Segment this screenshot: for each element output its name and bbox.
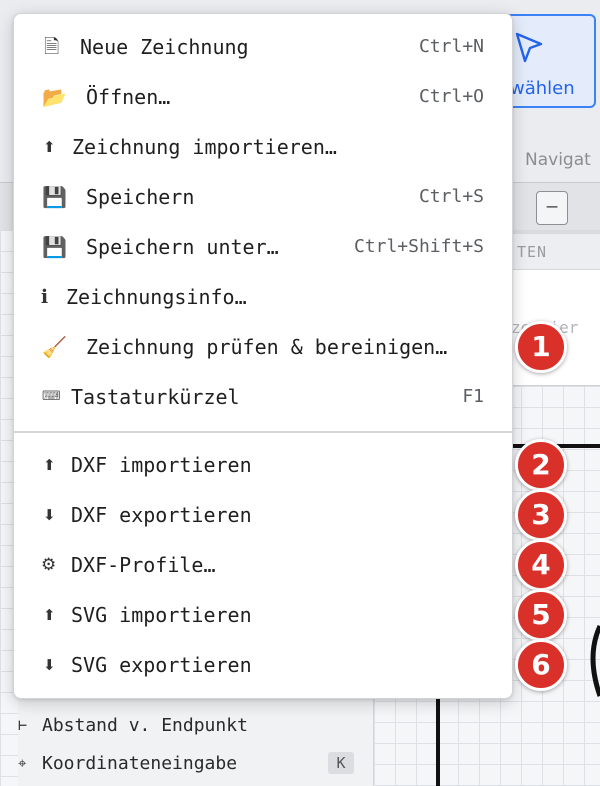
info-icon: ℹ <box>41 286 49 308</box>
menu-item-label: Neue Zeichnung <box>80 35 249 59</box>
file-menu: 🗎 Neue Zeichnung Ctrl+N 📂 Öffnen… Ctrl+O… <box>13 13 513 699</box>
menu-item-label: Öffnen… <box>86 85 171 109</box>
floppy-disk-icon: 💾 <box>42 235 67 259</box>
crosshair-icon: ⌖ <box>18 754 27 772</box>
menu-item-label: Tastaturkürzel <box>71 385 240 409</box>
panel-header: TEN <box>501 234 600 270</box>
menu-item-save[interactable]: 💾 Speichern Ctrl+S <box>14 172 512 222</box>
shortcut-key-badge: K <box>328 752 354 774</box>
menu-item-shortcut: Ctrl+N <box>418 36 484 57</box>
callout-badge-1: 1 <box>515 321 567 373</box>
menu-item-shortcut: Ctrl+S <box>418 186 484 207</box>
snap-coordinate-input[interactable]: ⌖ Koordinateneingabe <box>18 749 237 777</box>
menu-item-label: DXF exportieren <box>71 503 252 527</box>
floppy-disk-icon: 💾 <box>42 185 67 209</box>
callout-badge-5: 5 <box>515 589 567 641</box>
callout-badge-2: 2 <box>515 439 567 491</box>
collapse-button[interactable]: – <box>536 191 568 225</box>
menu-item-shortcut: F1 <box>462 386 484 407</box>
upload-icon: ⬆ <box>43 138 56 156</box>
menu-item-label: SVG importieren <box>71 603 252 627</box>
menu-item-new-drawing[interactable]: 🗎 Neue Zeichnung Ctrl+N <box>14 22 512 72</box>
menu-item-label: Zeichnung prüfen & bereinigen… <box>86 335 448 359</box>
menu-item-svg-export[interactable]: ⬇ SVG exportieren <box>14 640 512 690</box>
download-icon: ⬇ <box>43 656 56 674</box>
menu-item-drawing-info[interactable]: ℹ Zeichnungsinfo… <box>14 272 512 322</box>
menu-item-shortcut: Ctrl+Shift+S <box>353 236 484 257</box>
menu-item-svg-import[interactable]: ⬆ SVG importieren <box>14 590 512 640</box>
menu-item-open[interactable]: 📂 Öffnen… Ctrl+O <box>14 72 512 122</box>
cursor-icon <box>515 32 543 63</box>
callout-badge-4: 4 <box>515 539 567 591</box>
document-icon: 🗎 <box>44 36 60 58</box>
menu-item-label: Speichern <box>86 185 195 209</box>
snap-endpoint-distance[interactable]: ⊢ Abstand v. Endpunkt <box>18 711 248 739</box>
upload-icon: ⬆ <box>43 456 56 474</box>
upload-icon: ⬆ <box>43 606 56 624</box>
keyboard-icon: ⌨ <box>42 389 61 404</box>
folder-icon: 📂 <box>42 85 67 109</box>
menu-item-dxf-export[interactable]: ⬇ DXF exportieren <box>14 490 512 540</box>
menu-item-save-as[interactable]: 💾 Speichern unter… Ctrl+Shift+S <box>14 222 512 272</box>
menu-item-keyboard-shortcuts[interactable]: ⌨ Tastaturkürzel F1 <box>14 372 512 422</box>
broom-icon: 🧹 <box>42 335 67 359</box>
menu-item-dxf-import[interactable]: ⬆ DXF importieren <box>14 440 512 490</box>
menu-item-dxf-profiles[interactable]: ⚙ DXF-Profile… <box>14 540 512 590</box>
menu-item-check-clean[interactable]: 🧹 Zeichnung prüfen & bereinigen… <box>14 322 512 372</box>
panel-header-text: TEN <box>517 243 548 261</box>
menu-divider <box>14 431 512 433</box>
menu-item-label: Speichern unter… <box>86 235 279 259</box>
snap-label: Abstand v. Endpunkt <box>42 714 248 736</box>
callout-badge-3: 3 <box>515 489 567 541</box>
menu-item-import-drawing[interactable]: ⬆ Zeichnung importieren… <box>14 122 512 172</box>
menu-item-label: DXF-Profile… <box>71 553 216 577</box>
tab-navigate[interactable]: Navigat <box>525 150 591 170</box>
gear-icon: ⚙ <box>41 555 57 575</box>
menu-item-label: SVG exportieren <box>71 653 252 677</box>
endpoint-distance-icon: ⊢ <box>18 716 28 734</box>
menu-item-shortcut: Ctrl+O <box>418 86 484 107</box>
snap-label: Koordinateneingabe <box>42 752 238 774</box>
menu-item-label: Zeichnung importieren… <box>72 135 337 159</box>
select-tool-label: wählen <box>510 78 575 99</box>
callout-badge-6: 6 <box>515 639 567 691</box>
download-icon: ⬇ <box>43 506 56 524</box>
menu-item-label: DXF importieren <box>71 453 252 477</box>
menu-item-label: Zeichnungsinfo… <box>66 285 247 309</box>
